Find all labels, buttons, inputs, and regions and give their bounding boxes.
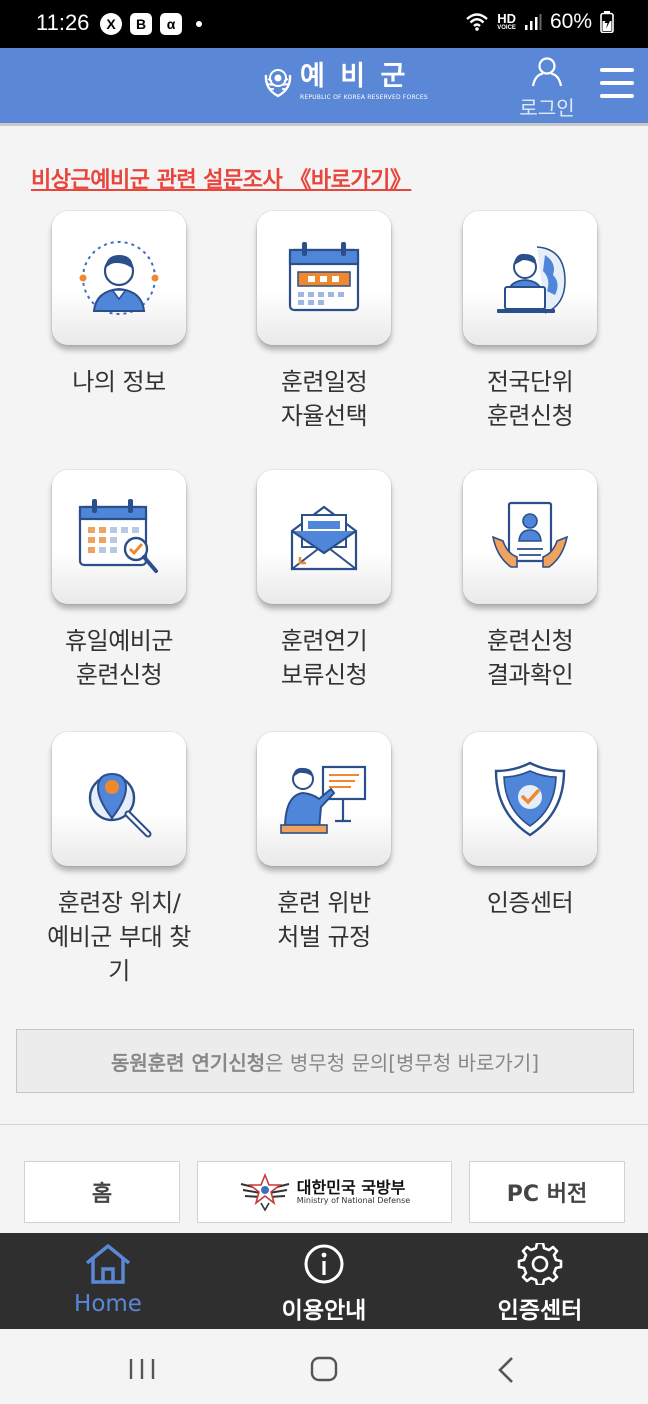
- tile-postpone-training[interactable]: 훈련연기 보류신청: [257, 470, 391, 692]
- postpone-notice-link[interactable]: 동원훈련 연기신청 은 병무청 문의[병무청 바로가기]: [16, 1029, 634, 1093]
- tile-icon-box[interactable]: [257, 470, 391, 604]
- notice-bold: 동원훈련 연기신청: [110, 1050, 266, 1075]
- presenter-board-icon: [280, 765, 367, 834]
- envelope-letter-icon: [290, 505, 358, 571]
- login-button[interactable]: 로그인: [512, 56, 582, 121]
- nav-guide-label: 이용안내: [281, 1298, 367, 1324]
- tile-my-info[interactable]: 나의 정보: [52, 211, 186, 399]
- person-laptop-globe-icon: [497, 246, 566, 314]
- status-time: 11:26: [36, 10, 90, 35]
- battery-charging-icon: [600, 11, 614, 33]
- calendar-schedule-icon: [288, 242, 360, 312]
- home-icon: [85, 1244, 131, 1284]
- bottom-navigation: Home 이용안내 인증센터: [0, 1233, 648, 1329]
- emblem-icon: [264, 69, 292, 98]
- tile-icon-box[interactable]: [52, 211, 186, 345]
- b-app-icon: B: [130, 13, 152, 35]
- user-icon: [531, 57, 563, 87]
- alpha-app-icon: α: [160, 13, 182, 35]
- wifi-icon: [466, 13, 488, 31]
- hd-voice-indicator: HD VOICE: [497, 12, 516, 32]
- calendar-search-icon: [78, 499, 158, 573]
- tile-icon-box[interactable]: [257, 211, 391, 345]
- mnd-name-en: Ministry of National Defense: [296, 1195, 411, 1205]
- tile-result-check[interactable]: 훈련신청 결과확인: [463, 470, 597, 692]
- gear-icon: [517, 1241, 563, 1287]
- tile-icon-box[interactable]: [463, 211, 597, 345]
- hamburger-menu-icon[interactable]: [600, 68, 634, 100]
- mnd-emblem-icon: [240, 1172, 290, 1212]
- mnd-link[interactable]: 대한민국 국방부 Ministry of National Defense: [197, 1161, 452, 1223]
- pc-version-link[interactable]: PC 버전: [469, 1161, 625, 1223]
- tile-icon-box[interactable]: [257, 732, 391, 866]
- recent-apps-icon[interactable]: [128, 1357, 156, 1381]
- home-link[interactable]: 홈: [24, 1161, 180, 1223]
- shield-check-icon: [494, 761, 566, 837]
- x-app-icon: X: [100, 13, 122, 35]
- mnd-name-kr: 대한민국 국방부: [296, 1177, 406, 1197]
- tile-label: 훈련신청 결과확인: [486, 627, 574, 689]
- nav-home[interactable]: Home: [8, 1243, 208, 1317]
- tile-label: 나의 정보: [72, 368, 166, 396]
- document-profile-icon: [491, 501, 569, 568]
- tile-label: 인증센터: [486, 889, 574, 917]
- app-header: 예 비 군 REPUBLIC OF KOREA RESERVED FORCES …: [0, 48, 648, 126]
- home-nav-icon[interactable]: [310, 1356, 338, 1382]
- login-label: 로그인: [519, 96, 575, 120]
- person-profile-icon: [79, 241, 159, 315]
- notification-icons: X B α: [100, 13, 202, 35]
- tile-label: 전국단위 훈련신청: [486, 368, 574, 430]
- tile-label: 훈련 위반 처벌 규정: [277, 889, 371, 951]
- tile-label: 훈련장 위치/예비군 부대 찾기: [47, 889, 191, 985]
- status-right: HD VOICE 60%: [465, 10, 614, 34]
- app-subtitle: REPUBLIC OF KOREA RESERVED FORCES: [300, 94, 428, 101]
- nav-guide[interactable]: 이용안내: [224, 1243, 424, 1325]
- mnd-logo: 대한민국 국방부 Ministry of National Defense: [239, 1172, 410, 1212]
- tile-cert-center[interactable]: 인증센터: [463, 732, 597, 920]
- battery-percent: 60%: [549, 10, 592, 33]
- tile-icon-box[interactable]: [463, 470, 597, 604]
- location-search-icon: [88, 772, 152, 838]
- survey-link[interactable]: 비상근예비군 관련 설문조사 《바로가기》: [31, 162, 412, 194]
- nav-home-label: Home: [74, 1291, 142, 1317]
- tile-icon-box[interactable]: [52, 732, 186, 866]
- tile-violation-rules[interactable]: 훈련 위반 처벌 규정: [257, 732, 391, 954]
- tile-find-location[interactable]: 훈련장 위치/예비군 부대 찾기: [47, 732, 191, 988]
- tile-label: 휴일예비군 훈련신청: [65, 627, 173, 689]
- voice-label: VOICE: [497, 25, 516, 31]
- tile-label: 훈련연기 보류신청: [280, 627, 368, 689]
- tile-nationwide-training[interactable]: 전국단위 훈련신청: [463, 211, 597, 433]
- signal-icon: [524, 14, 542, 30]
- tile-holiday-training[interactable]: 휴일예비군 훈련신청: [52, 470, 186, 692]
- reserve-forces-logo[interactable]: 예 비 군 REPUBLIC OF KOREA RESERVED FORCES: [262, 62, 428, 102]
- nav-cert[interactable]: 인증센터: [440, 1241, 640, 1325]
- system-navigation-bar: [0, 1329, 648, 1404]
- tile-label: 훈련일정 자율선택: [280, 368, 368, 430]
- tile-training-schedule[interactable]: 훈련일정 자율선택: [257, 211, 391, 433]
- hd-label: HD: [497, 11, 516, 26]
- status-bar: 11:26 X B α HD VOICE 60%: [0, 0, 648, 48]
- tile-icon-box[interactable]: [52, 470, 186, 604]
- more-notifications-dot: [196, 21, 202, 27]
- back-nav-icon[interactable]: [496, 1356, 516, 1384]
- app-title: 예 비 군: [300, 61, 409, 92]
- nav-cert-label: 인증센터: [497, 1298, 583, 1324]
- info-icon: [304, 1244, 344, 1284]
- tile-icon-box[interactable]: [463, 732, 597, 866]
- notice-text: 은 병무청 문의[병무청 바로가기]: [265, 1050, 540, 1075]
- divider: [0, 1124, 648, 1125]
